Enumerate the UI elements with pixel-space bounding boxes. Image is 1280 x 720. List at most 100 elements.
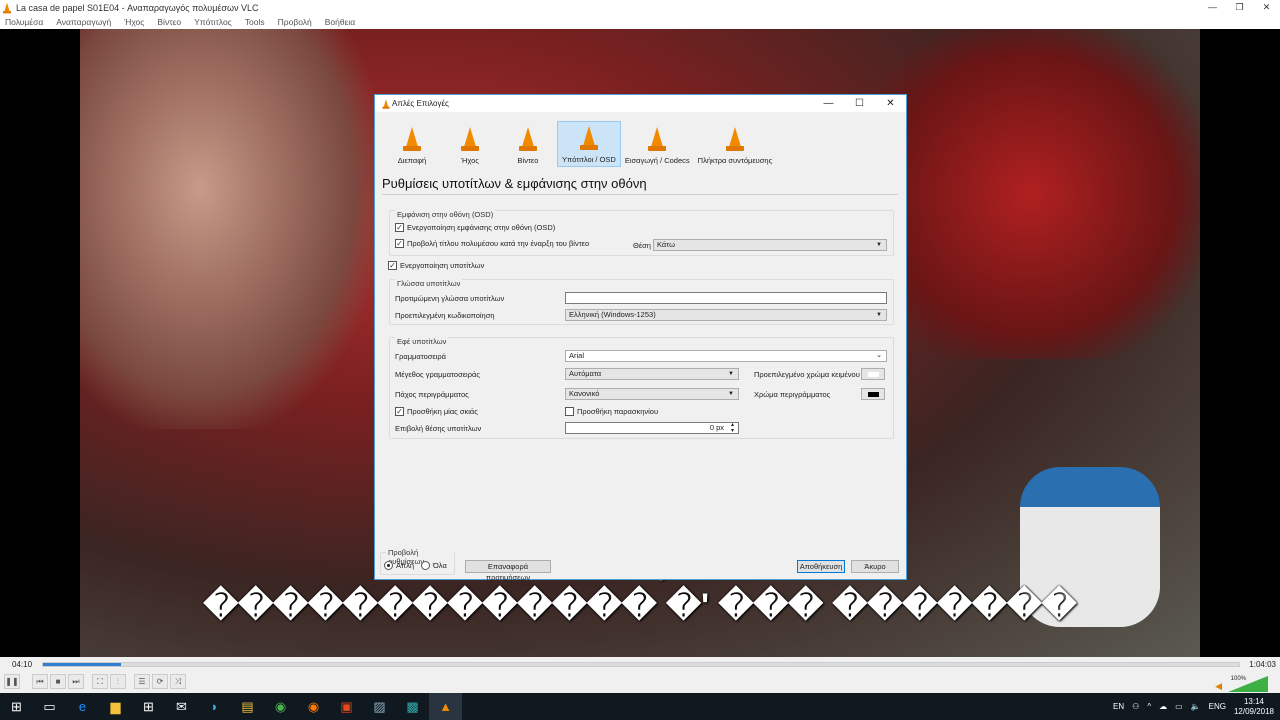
category-label: Υπότιτλοι / OSD: [562, 155, 616, 164]
interface-icon: [403, 127, 421, 151]
keyboard-lang[interactable]: ENG: [1209, 702, 1226, 711]
outline-color-button[interactable]: [861, 388, 885, 400]
category-interface[interactable]: Διεπαφή: [383, 121, 441, 167]
office-icon[interactable]: ▣: [330, 693, 363, 720]
preferred-language-input[interactable]: [565, 292, 887, 304]
store-icon[interactable]: ⊞: [132, 693, 165, 720]
headphones-icon: [461, 127, 479, 151]
mail-icon[interactable]: ✉: [165, 693, 198, 720]
force-position-label: Επιβολή θέσης υποτίτλων: [395, 424, 482, 433]
pause-button[interactable]: ❚❚: [4, 674, 20, 689]
position-label: Θέση: [633, 241, 651, 250]
save-button[interactable]: Αποθήκευση: [797, 560, 845, 573]
font-label: Γραμματοσειρά: [395, 352, 446, 361]
show-settings-group: Προβολή ρυθμίσεων Απλή Όλα: [380, 548, 455, 575]
show-title-checkbox[interactable]: ✓ Προβολή τίτλου πολυμέσου κατά την έναρξ…: [395, 239, 589, 248]
extended-settings-button[interactable]: ⫶: [110, 674, 126, 689]
menu-subtitle[interactable]: Υπότιτλος: [194, 17, 232, 27]
network-icon[interactable]: ▭: [1175, 702, 1183, 711]
dialog-maximize-button[interactable]: ☐: [844, 95, 875, 112]
firefox-icon[interactable]: ◉: [297, 693, 330, 720]
seek-bar[interactable]: [42, 662, 1240, 667]
menu-playback[interactable]: Αναπαραγωγή: [56, 17, 111, 27]
dialog-title-bar: Απλές Επιλογές — ☐ ✕: [375, 95, 906, 112]
menu-audio[interactable]: Ήχος: [124, 17, 144, 27]
reset-preferences-button[interactable]: Επαναφορά προτιμήσεων: [465, 560, 551, 582]
osd-enable-checkbox[interactable]: ✓ Ενεργοποίηση εμφάνισης στην οθόνη (OSD): [395, 223, 555, 232]
simple-radio[interactable]: Απλή: [384, 561, 414, 570]
loop-button[interactable]: ⟳: [152, 674, 168, 689]
maximize-button[interactable]: ❐: [1226, 0, 1253, 15]
playlist-button[interactable]: ☰: [134, 674, 150, 689]
chrome-icon[interactable]: ◉: [264, 693, 297, 720]
encoding-select[interactable]: Ελληνική (Windows-1253) ▼: [565, 309, 887, 321]
font-size-select[interactable]: Αυτόματα ▼: [565, 368, 739, 380]
category-label: Βίντεο: [517, 156, 539, 165]
enable-subtitles-checkbox[interactable]: ✓ Ενεργοποίηση υποτίτλων: [388, 261, 484, 270]
osd-group: Εμφάνιση στην οθόνη (OSD) ✓ Ενεργοποίηση …: [389, 210, 894, 256]
category-audio[interactable]: Ήχος: [441, 121, 499, 167]
cancel-button[interactable]: Άκυρο: [851, 560, 899, 573]
position-value: Κάτω: [657, 240, 675, 249]
osd-group-label: Εμφάνιση στην οθόνη (OSD): [395, 210, 496, 219]
category-subtitles-osd[interactable]: Υπότιτλοι / OSD: [557, 121, 621, 167]
text-color-button[interactable]: [861, 368, 885, 380]
radio-label: Όλα: [433, 561, 447, 570]
tray-chevron-icon[interactable]: ^: [1147, 702, 1151, 711]
menu-tools[interactable]: Tools: [245, 17, 265, 27]
task-view-icon[interactable]: ▭: [33, 693, 66, 720]
subtitles-icon: [579, 126, 598, 150]
shuffle-button[interactable]: ⤨: [170, 674, 186, 689]
subtitle-language-group: Γλώσσα υποτίτλων Προτιμώμενη γλώσσα υποτ…: [389, 279, 894, 325]
app-icon[interactable]: ◗: [198, 693, 231, 720]
stop-button[interactable]: ■: [50, 674, 66, 689]
position-select[interactable]: Κάτω ▼: [653, 239, 887, 251]
preferred-language-label: Προτιμώμενη γλώσσα υποτίτλων: [395, 294, 505, 303]
media-icon[interactable]: ▩: [396, 693, 429, 720]
menu-help[interactable]: Βοήθεια: [325, 17, 355, 27]
category-video[interactable]: Βίντεο: [499, 121, 557, 167]
people-icon[interactable]: ⚇: [1132, 702, 1139, 711]
minimize-button[interactable]: —: [1199, 0, 1226, 15]
cloud-icon[interactable]: ☁: [1159, 702, 1167, 711]
volume-tray-icon[interactable]: 🔈: [1191, 702, 1201, 711]
menu-video[interactable]: Βίντεο: [157, 17, 181, 27]
category-hotkeys[interactable]: Πλήκτρα συντόμευσης: [694, 121, 777, 167]
spin-arrows-icon[interactable]: ▴ ▾: [731, 422, 734, 434]
checkbox-label: Ενεργοποίηση υποτίτλων: [400, 261, 485, 270]
edge-icon[interactable]: e: [66, 693, 99, 720]
shadow-checkbox[interactable]: ✓ Προσθήκη μίας σκιάς: [395, 407, 478, 416]
menu-view[interactable]: Προβολή: [278, 17, 312, 27]
all-radio[interactable]: Όλα: [421, 561, 447, 570]
encoding-label: Προεπιλεγμένη κωδικοποίηση: [395, 311, 495, 320]
subtitle-line-2: ������������� �' ��� �������: [203, 587, 1077, 625]
notes-icon[interactable]: ▤: [231, 693, 264, 720]
effects-group-label: Εφέ υποτίτλων: [395, 337, 449, 346]
category-input-codecs[interactable]: Εισαγωγή / Codecs: [621, 121, 694, 167]
vlc-taskbar-icon[interactable]: ▲: [429, 693, 462, 720]
outline-color-label: Χρώμα περιγράμματος: [754, 390, 831, 399]
dialog-minimize-button[interactable]: —: [813, 95, 844, 112]
photos-icon[interactable]: ▨: [363, 693, 396, 720]
category-label: Ήχος: [461, 156, 479, 165]
outline-thickness-select[interactable]: Κανονικό ▼: [565, 388, 739, 400]
clock[interactable]: 13:14 12/09/2018: [1234, 697, 1274, 717]
previous-button[interactable]: ⏮: [32, 674, 48, 689]
taskbar: ⊞ ▭ e ▆ ⊞ ✉ ◗ ▤ ◉ ◉ ▣ ▨ ▩ ▲ EN ⚇ ^ ☁ ▭ 🔈…: [0, 693, 1280, 720]
checkbox-label: Προσθήκη μίας σκιάς: [407, 407, 478, 416]
speaker-icon[interactable]: ◀: [1215, 681, 1222, 692]
dialog-close-button[interactable]: ✕: [875, 95, 906, 112]
force-position-spinbox[interactable]: 0 px: [565, 422, 739, 434]
next-button[interactable]: ⏭: [68, 674, 84, 689]
file-explorer-icon[interactable]: ▆: [99, 693, 132, 720]
fullscreen-button[interactable]: ⛶: [92, 674, 108, 689]
font-size-value: Αυτόματα: [569, 369, 602, 378]
start-icon[interactable]: ⊞: [0, 693, 33, 720]
close-button[interactable]: ✕: [1253, 0, 1280, 15]
cables-icon: [648, 127, 667, 151]
lang-indicator[interactable]: EN: [1113, 702, 1124, 711]
checkbox-label: Προβολή τίτλου πολυμέσου κατά την έναρξη…: [407, 239, 590, 248]
background-checkbox[interactable]: Προσθήκη παρασκηνίου: [565, 407, 658, 416]
font-select[interactable]: Arial ⌄: [565, 350, 887, 362]
menu-media[interactable]: Πολυμέσα: [5, 17, 43, 27]
